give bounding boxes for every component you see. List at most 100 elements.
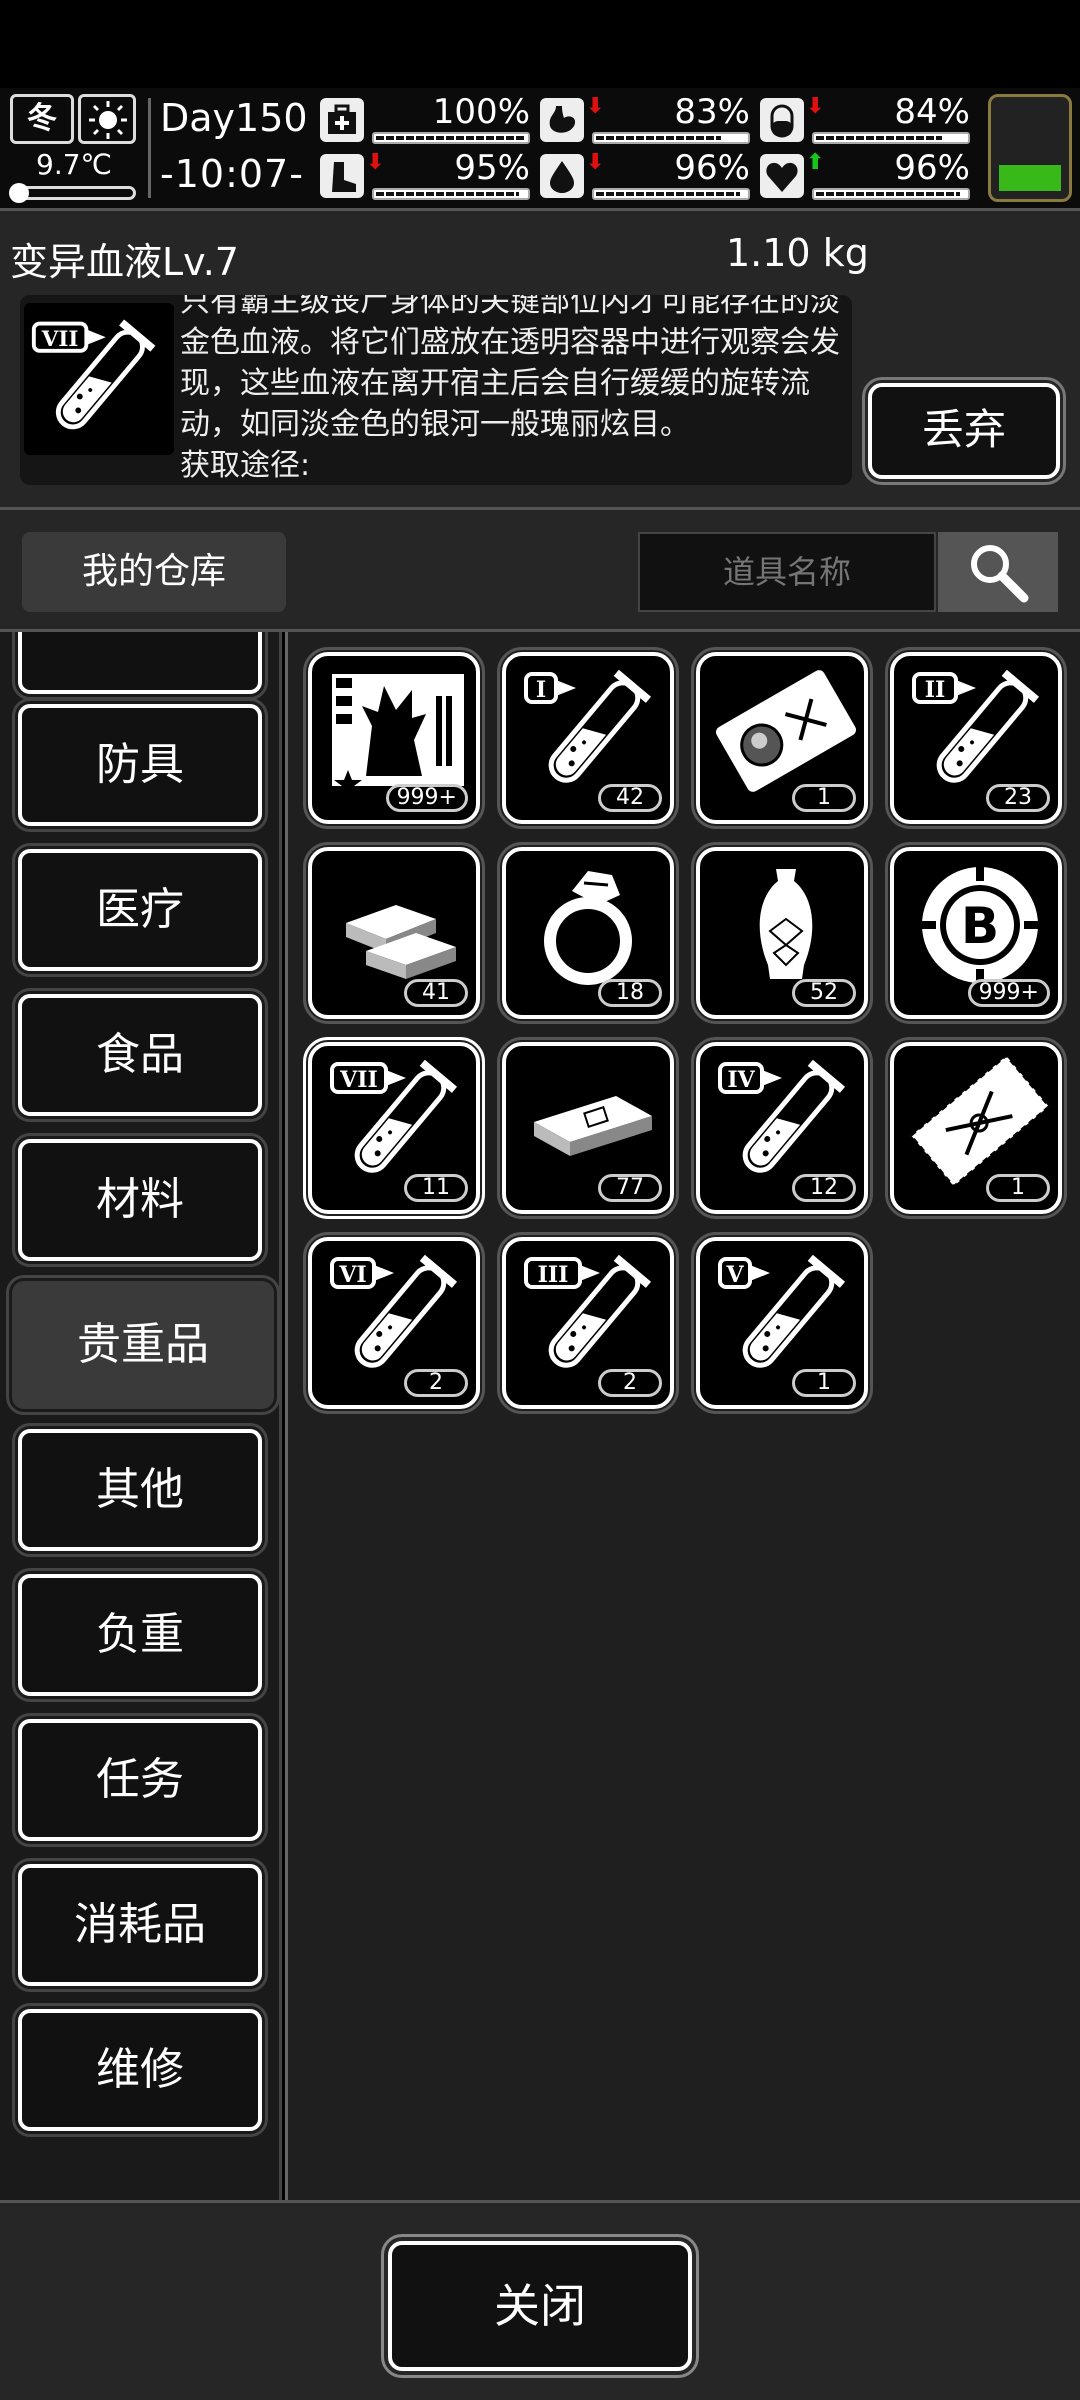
- category-3[interactable]: 食品: [12, 988, 268, 1122]
- battery-indicator: [988, 94, 1072, 202]
- stat-value: 84%: [894, 92, 970, 132]
- status-bar: 冬 9.7℃ Day150 -10:07- 100% ⬇ 83% ⬇ 84% ⬇…: [0, 88, 1080, 208]
- item-count: 77: [598, 1174, 662, 1202]
- stat-bar: [812, 188, 970, 200]
- item-grid[interactable]: 999+ I 42 1 II 23 41 18 52 B 999+ VII 11…: [285, 632, 1080, 2200]
- category-5[interactable]: 贵重品: [6, 1275, 279, 1415]
- search-input[interactable]: [638, 532, 936, 612]
- svg-text:VII: VII: [41, 327, 79, 352]
- item-slot[interactable]: VII 11: [303, 1037, 485, 1219]
- item-slot[interactable]: V 1: [691, 1232, 873, 1414]
- item-description-box[interactable]: VII 只有霸主级丧尸身体的关键部位内才可能存在的淡金色血液。将它们盛放在透明容…: [20, 295, 852, 485]
- thermometer-icon: [9, 183, 29, 203]
- stat-value: 83%: [674, 92, 750, 132]
- item-slot[interactable]: III 2: [497, 1232, 679, 1414]
- boot-icon: [320, 154, 364, 198]
- stat-stamina: ⬇ 84%: [760, 92, 970, 148]
- item-slot[interactable]: VI 2: [303, 1232, 485, 1414]
- temperature-text: 9.7℃: [36, 148, 112, 181]
- svg-text:V: V: [725, 1262, 744, 1288]
- stat-bar: [372, 132, 530, 144]
- bottom-bar: 关闭: [0, 2200, 1080, 2400]
- stat-value: 95%: [454, 148, 530, 188]
- item-slot[interactable]: 1: [885, 1037, 1067, 1219]
- stat-value: 100%: [432, 92, 530, 132]
- stat-hunger: ⬇ 83%: [540, 92, 750, 148]
- stat-bar-fill: [596, 192, 740, 196]
- item-count: 42: [598, 784, 662, 812]
- sun-icon: [78, 94, 136, 144]
- trend-up-icon: ⬆: [806, 150, 825, 175]
- stomach-icon: [540, 98, 584, 142]
- category-4[interactable]: 材料: [12, 1133, 268, 1267]
- stat-bar: [592, 132, 750, 144]
- stat-mood: ⬆ 96%: [760, 148, 970, 204]
- stat-leg: ⬇ 95%: [320, 148, 530, 204]
- item-slot[interactable]: 41: [303, 842, 485, 1024]
- item-count: 999+: [967, 979, 1050, 1007]
- svg-text:B: B: [961, 897, 999, 955]
- category-7[interactable]: 负重: [12, 1568, 268, 1702]
- medkit-icon: [320, 98, 364, 142]
- svg-text:I: I: [536, 677, 546, 703]
- svg-text:VI: VI: [338, 1262, 366, 1288]
- category-sidebar[interactable]: 防具 医疗 食品 材料 贵重品 其他 负重 任务 消耗品 维修: [0, 632, 282, 2200]
- category-9[interactable]: 消耗品: [12, 1858, 268, 1992]
- stat-bar-fill: [816, 136, 942, 140]
- item-count: 52: [792, 979, 856, 1007]
- temperature-bar: [9, 183, 136, 203]
- stat-value: 96%: [674, 148, 750, 188]
- category-8[interactable]: 任务: [12, 1713, 268, 1847]
- clock-text: -10:07-: [160, 152, 304, 196]
- category-6[interactable]: 其他: [12, 1423, 268, 1557]
- item-name: 变异血液Lv.7: [10, 240, 239, 284]
- trend-down-icon: ⬇: [586, 94, 605, 119]
- stat-health: 100%: [320, 92, 530, 148]
- category-2[interactable]: 医疗: [12, 843, 268, 977]
- item-count: 12: [792, 1174, 856, 1202]
- item-count: 999+: [385, 784, 468, 812]
- item-slot[interactable]: 52: [691, 842, 873, 1024]
- item-count: 11: [404, 1174, 468, 1202]
- item-slot[interactable]: 1: [691, 647, 873, 829]
- season-indicator: 冬: [10, 94, 74, 144]
- close-button[interactable]: 关闭: [381, 2234, 699, 2378]
- item-count: 1: [792, 784, 856, 812]
- item-slot[interactable]: 18: [497, 842, 679, 1024]
- item-count: 1: [792, 1369, 856, 1397]
- day-counter: Day150: [160, 96, 308, 140]
- svg-text:II: II: [925, 677, 946, 703]
- season-label: 冬: [27, 101, 57, 136]
- item-weight: 1.10 kg: [726, 231, 869, 275]
- item-slot[interactable]: II 23: [885, 647, 1067, 829]
- item-count: 2: [598, 1369, 662, 1397]
- divider: [148, 98, 151, 198]
- discard-button[interactable]: 丢弃: [862, 377, 1066, 485]
- category-hidden-above[interactable]: [12, 632, 268, 700]
- item-slot[interactable]: IV 12: [691, 1037, 873, 1219]
- stat-bar-fill: [816, 192, 960, 196]
- battery-fill: [999, 165, 1061, 191]
- category-10[interactable]: 维修: [12, 2003, 268, 2137]
- search-icon: [971, 545, 1029, 603]
- search-button[interactable]: [938, 532, 1058, 612]
- item-slot[interactable]: 999+: [303, 647, 485, 829]
- item-slot[interactable]: I 42: [497, 647, 679, 829]
- item-count: 23: [986, 784, 1050, 812]
- heart-icon: [760, 154, 804, 198]
- svg-text:IV: IV: [727, 1067, 755, 1093]
- item-slot[interactable]: 77: [497, 1037, 679, 1219]
- stat-bar-fill: [376, 136, 526, 140]
- item-slot[interactable]: B 999+: [885, 842, 1067, 1024]
- item-count: 2: [404, 1369, 468, 1397]
- trend-down-icon: ⬇: [366, 150, 385, 175]
- item-count: 1: [986, 1174, 1050, 1202]
- warehouse-title: 我的仓库: [22, 532, 286, 612]
- svg-text:III: III: [538, 1262, 569, 1288]
- category-1[interactable]: 防具: [12, 698, 268, 832]
- stat-bar: [812, 132, 970, 144]
- droplet-icon: [540, 154, 584, 198]
- item-count: 41: [404, 979, 468, 1007]
- blood-vial-vii-icon: VII: [24, 303, 174, 455]
- warehouse-header: 我的仓库: [0, 510, 1080, 632]
